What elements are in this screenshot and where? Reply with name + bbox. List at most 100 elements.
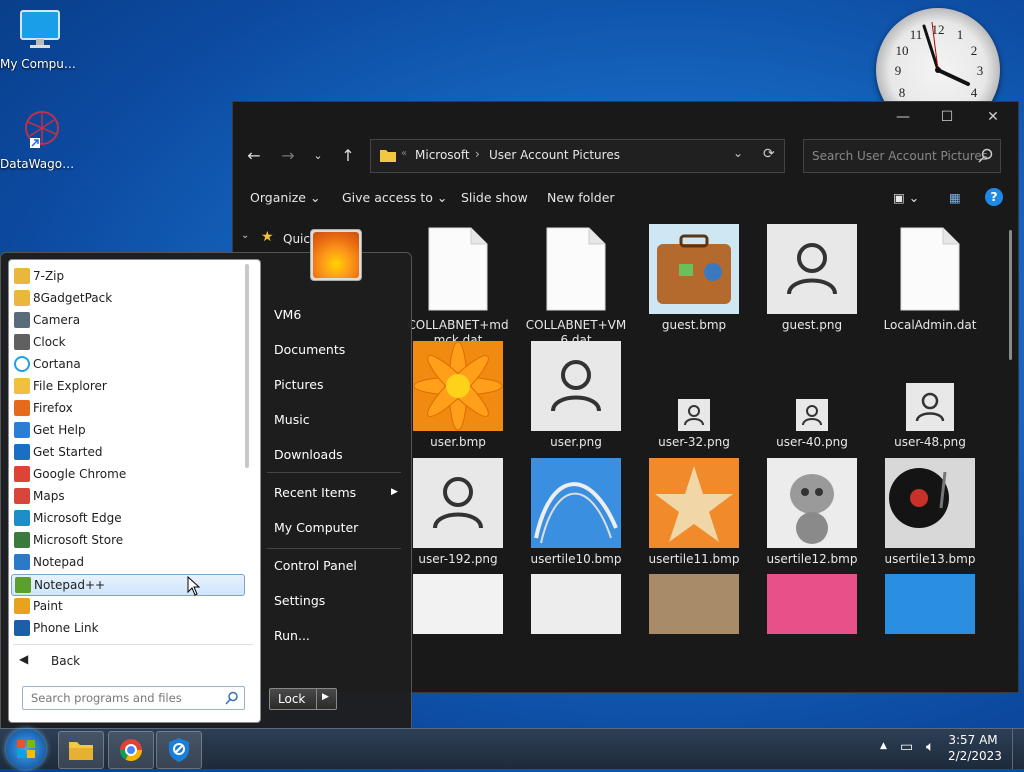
address-bar[interactable]: « Microsoft › User Account Pictures ⌄ ⟳ — [370, 139, 785, 173]
program-item[interactable]: Firefox — [11, 398, 243, 418]
start-search-input[interactable]: Search programs and files — [22, 686, 245, 710]
volume-icon[interactable]: 🔈︎ — [926, 739, 934, 755]
slide-show-button[interactable]: Slide show — [461, 190, 528, 205]
back-arrow-icon[interactable]: ← — [242, 144, 266, 168]
program-scrollbar[interactable] — [245, 264, 249, 468]
image-thumbnail[interactable] — [413, 574, 503, 634]
program-item[interactable]: Clock — [11, 332, 243, 352]
start-button[interactable] — [6, 729, 46, 769]
up-arrow-icon[interactable]: ↑ — [336, 144, 360, 168]
image-thumbnail[interactable] — [885, 574, 975, 634]
breadcrumb-segment[interactable]: User Account Pictures — [489, 148, 620, 162]
file-item[interactable]: usertile10.bmp — [521, 458, 631, 567]
nav-item-quick-access[interactable]: Quic — [283, 232, 310, 246]
file-item[interactable]: usertile13.bmp — [875, 458, 985, 567]
new-folder-button[interactable]: New folder — [547, 190, 615, 205]
taskbar-chrome[interactable] — [108, 731, 154, 769]
program-item[interactable]: Get Started — [11, 442, 243, 462]
taskbar-file-explorer[interactable] — [58, 731, 104, 769]
refresh-icon[interactable]: ⟳ — [763, 146, 775, 162]
program-item[interactable]: Microsoft Store — [11, 530, 243, 550]
file-item[interactable]: user-192.png — [403, 458, 513, 567]
program-item[interactable]: Cortana — [11, 354, 243, 374]
start-right-item[interactable]: Run... — [274, 628, 310, 643]
close-button[interactable]: ✕ — [971, 106, 1015, 128]
file-name: user-48.png — [894, 435, 966, 449]
expand-chevron-icon[interactable]: ⌄ — [241, 230, 249, 241]
vertical-scrollbar[interactable] — [1009, 230, 1012, 360]
file-item[interactable]: usertile12.bmp — [757, 458, 867, 567]
file-item[interactable]: guest.bmp — [639, 224, 749, 333]
image-thumbnail — [531, 458, 621, 548]
file-item[interactable]: LocalAdmin.dat — [875, 224, 985, 333]
system-clock[interactable]: 3:57 AM 2/2/2023 — [948, 732, 1002, 764]
desktop-icon-my-computer[interactable]: My Computer — [0, 8, 80, 71]
minimize-button[interactable]: — — [881, 106, 925, 128]
store-icon — [14, 532, 30, 548]
start-right-item[interactable]: My Computer — [274, 520, 358, 535]
folder-icon — [14, 268, 30, 284]
address-dropdown-icon[interactable]: ⌄ — [733, 146, 743, 160]
back-button[interactable]: ◀ Back — [13, 648, 253, 674]
program-item[interactable]: 7-Zip — [11, 266, 243, 286]
file-icon — [413, 224, 503, 314]
taskbar-security[interactable] — [156, 731, 202, 769]
program-item[interactable]: Microsoft Edge — [11, 508, 243, 528]
file-item[interactable]: COLLABNET+mdmck.dat — [403, 224, 513, 348]
search-input[interactable]: Search User Account Pictures — [803, 139, 1001, 173]
program-label: Google Chrome — [33, 467, 127, 481]
maximize-button[interactable]: ☐ — [925, 106, 969, 128]
desktop-icon-label: My Computer — [0, 57, 80, 71]
forward-arrow-icon[interactable]: → — [276, 144, 300, 168]
user-picture[interactable] — [310, 229, 362, 281]
start-right-item[interactable]: Recent Items — [274, 485, 356, 500]
phone-icon — [14, 620, 30, 636]
program-item[interactable]: 8GadgetPack — [11, 288, 243, 308]
help-icon[interactable]: ? — [985, 188, 1003, 206]
file-item[interactable]: user-40.png — [757, 341, 867, 450]
title-bar[interactable]: — ☐ ✕ — [233, 102, 1018, 132]
give-access-button[interactable]: Give access to ⌄ — [342, 190, 447, 205]
program-item[interactable]: Paint — [11, 596, 243, 616]
organize-button[interactable]: Organize ⌄ — [250, 190, 320, 205]
start-right-item[interactable]: Control Panel — [274, 558, 357, 573]
start-right-item[interactable]: Pictures — [274, 377, 324, 392]
program-item[interactable]: File Explorer — [11, 376, 243, 396]
program-item[interactable]: Notepad — [11, 552, 243, 572]
program-item[interactable]: Get Help — [11, 420, 243, 440]
program-item[interactable]: Phone Link — [11, 618, 243, 638]
recent-dropdown-icon[interactable]: ⌄ — [306, 144, 330, 168]
file-item[interactable]: user-48.png — [875, 341, 985, 450]
file-item[interactable]: usertile11.bmp — [639, 458, 749, 567]
view-icon[interactable]: ▣ ⌄ — [893, 190, 919, 205]
lock-button[interactable]: Lock ▶ — [269, 688, 337, 710]
show-hidden-icons[interactable]: ▲ — [880, 741, 887, 751]
program-item[interactable]: Google Chrome — [11, 464, 243, 484]
image-thumbnail[interactable] — [767, 574, 857, 634]
breadcrumb-segment[interactable]: Microsoft — [415, 148, 470, 162]
file-name: usertile12.bmp — [766, 552, 858, 566]
start-right-item[interactable]: Downloads — [274, 447, 343, 462]
desktop-icon-datawagon[interactable]: DataWagon... — [0, 108, 80, 171]
preview-pane-icon[interactable]: ▦ — [949, 190, 961, 205]
image-thumbnail[interactable] — [649, 574, 739, 634]
file-item[interactable]: user.png — [521, 341, 631, 450]
file-item[interactable]: user-32.png — [639, 341, 749, 450]
file-icon — [531, 224, 621, 314]
file-item[interactable]: user.bmp — [403, 341, 513, 450]
start-right-item[interactable]: VM6 — [274, 307, 301, 322]
start-right-item[interactable]: Settings — [274, 593, 325, 608]
start-right-item[interactable]: Documents — [274, 342, 345, 357]
network-icon[interactable]: ▭ — [900, 739, 913, 755]
program-item[interactable]: Notepad++ — [11, 574, 245, 596]
file-item[interactable]: guest.png — [757, 224, 867, 333]
file-item[interactable]: COLLABNET+VM6.dat — [521, 224, 631, 348]
show-desktop-button[interactable] — [1012, 729, 1024, 769]
program-item[interactable]: Maps — [11, 486, 243, 506]
datawagon-icon — [25, 111, 59, 148]
image-thumbnail[interactable] — [531, 574, 621, 634]
start-right-item[interactable]: Music — [274, 412, 310, 427]
file-name: guest.png — [781, 318, 843, 332]
lock-options-arrow-icon[interactable]: ▶ — [322, 692, 329, 702]
program-item[interactable]: Camera — [11, 310, 243, 330]
